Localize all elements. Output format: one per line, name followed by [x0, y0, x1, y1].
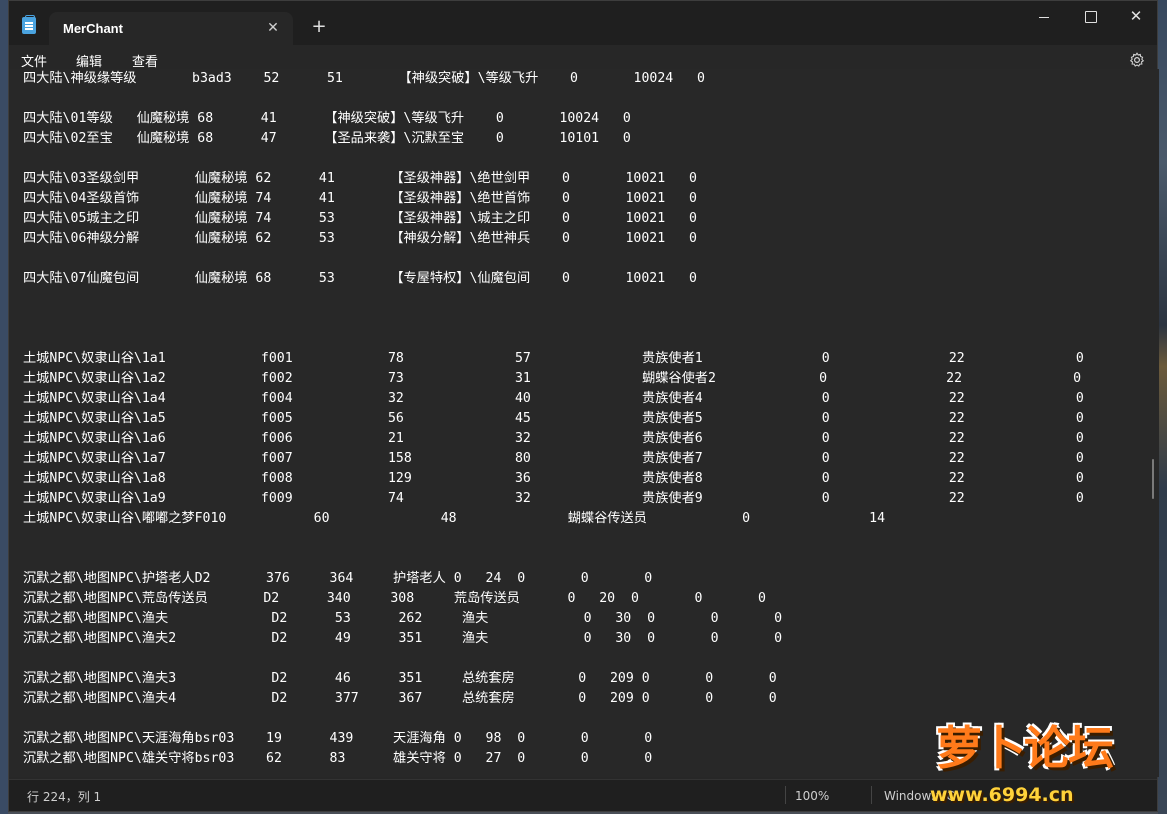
watermark-title: 萝卜论坛: [936, 721, 1114, 775]
forum-watermark-logo: 萝卜论坛 www.6994.cn: [918, 712, 1166, 812]
menu-edit[interactable]: 编辑: [76, 51, 102, 70]
gear-icon[interactable]: [1129, 52, 1145, 68]
text-line[interactable]: 土城NPC\奴隶山谷\1a8 f008 129 36 贵族使者8 0 22 0: [23, 469, 1133, 489]
menu-file[interactable]: 文件: [21, 51, 47, 70]
text-line[interactable]: 沉默之都\地图NPC\渔夫4 D2 377 367 总统套房 0 209 0 0…: [23, 689, 1133, 709]
text-line[interactable]: [23, 289, 1133, 309]
status-divider: [871, 786, 872, 804]
minimize-button[interactable]: [1021, 5, 1067, 29]
text-line[interactable]: 土城NPC\奴隶山谷\1a2 f002 73 31 蝴蝶谷使者2 0 22 0: [23, 369, 1133, 389]
text-line[interactable]: [23, 549, 1133, 569]
text-line[interactable]: 沉默之都\地图NPC\渔夫 D2 53 262 渔夫 0 30 0 0 0: [23, 609, 1133, 629]
text-line[interactable]: 土城NPC\奴隶山谷\1a4 f004 32 40 贵族使者4 0 22 0: [23, 389, 1133, 409]
editor-text-content[interactable]: 四大陆\神级缘等级 b3ad3 52 51 【神级突破】\等级飞升 0 1002…: [23, 69, 1133, 769]
scrollbar-thumb[interactable]: [1152, 459, 1154, 499]
text-line[interactable]: 土城NPC\奴隶山谷\1a1 f001 78 57 贵族使者1 0 22 0: [23, 349, 1133, 369]
close-button[interactable]: ✕: [1113, 5, 1159, 29]
text-line[interactable]: [23, 649, 1133, 669]
text-line[interactable]: 四大陆\05城主之印 仙魔秘境 74 53 【圣级神器】\城主之印 0 1002…: [23, 209, 1133, 229]
text-line[interactable]: [23, 249, 1133, 269]
text-line[interactable]: 四大陆\01等级 仙魔秘境 68 41 【神级突破】\等级飞升 0 10024 …: [23, 109, 1133, 129]
text-line[interactable]: 土城NPC\奴隶山谷\1a6 f006 21 32 贵族使者6 0 22 0: [23, 429, 1133, 449]
cursor-position: 行 224，列 1: [27, 790, 102, 804]
vertical-scrollbar[interactable]: [1147, 69, 1159, 777]
tab-title: MerChant: [63, 21, 123, 36]
status-divider: [785, 786, 786, 804]
notepad-window: MerChant ✕ + ✕ 文件 编辑 查看 四大陆\神级缘等级 b3ad3 …: [8, 0, 1159, 812]
desktop-background-left: [0, 0, 8, 814]
text-line[interactable]: [23, 149, 1133, 169]
text-line[interactable]: 四大陆\02至宝 仙魔秘境 68 47 【圣品来袭】\沉默至宝 0 10101 …: [23, 129, 1133, 149]
tab-close-icon[interactable]: ✕: [263, 18, 283, 38]
zoom-level: 100%: [795, 789, 830, 803]
text-line[interactable]: 四大陆\04圣级首饰 仙魔秘境 74 41 【圣级神器】\绝世首饰 0 1002…: [23, 189, 1133, 209]
text-line[interactable]: 沉默之都\地图NPC\护塔老人D2 376 364 护塔老人 0 24 0 0 …: [23, 569, 1133, 589]
desktop-background-right: [1158, 0, 1167, 814]
text-line[interactable]: [23, 529, 1133, 549]
new-tab-button[interactable]: +: [307, 16, 331, 40]
title-bar: MerChant ✕ + ✕: [9, 1, 1157, 45]
text-editor[interactable]: 四大陆\神级缘等级 b3ad3 52 51 【神级突破】\等级飞升 0 1002…: [9, 69, 1159, 777]
text-line[interactable]: 土城NPC\奴隶山谷\嘟嘟之梦F010 60 48 蝴蝶谷传送员 0 14: [23, 509, 1133, 529]
text-line[interactable]: 四大陆\06神级分解 仙魔秘境 62 53 【神级分解】\绝世神兵 0 1002…: [23, 229, 1133, 249]
text-line[interactable]: [23, 329, 1133, 349]
tab-merchant[interactable]: MerChant ✕: [49, 12, 293, 45]
maximize-button[interactable]: [1067, 5, 1113, 29]
text-line[interactable]: [23, 89, 1133, 109]
text-line[interactable]: 沉默之都\地图NPC\渔夫3 D2 46 351 总统套房 0 209 0 0 …: [23, 669, 1133, 689]
text-line[interactable]: [23, 309, 1133, 329]
text-line[interactable]: 四大陆\神级缘等级 b3ad3 52 51 【神级突破】\等级飞升 0 1002…: [23, 69, 1133, 89]
text-line[interactable]: 四大陆\07仙魔包间 仙魔秘境 68 53 【专屋特权】\仙魔包间 0 1002…: [23, 269, 1133, 289]
text-line[interactable]: 土城NPC\奴隶山谷\1a7 f007 158 80 贵族使者7 0 22 0: [23, 449, 1133, 469]
text-line[interactable]: 土城NPC\奴隶山谷\1a9 f009 74 32 贵族使者9 0 22 0: [23, 489, 1133, 509]
watermark-url: www.6994.cn: [930, 784, 1074, 806]
menu-view[interactable]: 查看: [132, 51, 158, 70]
text-line[interactable]: 土城NPC\奴隶山谷\1a5 f005 56 45 贵族使者5 0 22 0: [23, 409, 1133, 429]
notepad-app-icon: [22, 15, 36, 34]
text-line[interactable]: 沉默之都\地图NPC\渔夫2 D2 49 351 渔夫 0 30 0 0 0: [23, 629, 1133, 649]
text-line[interactable]: 沉默之都\地图NPC\荒岛传送员 D2 340 308 荒岛传送员 0 20 0…: [23, 589, 1133, 609]
text-line[interactable]: 四大陆\03圣级剑甲 仙魔秘境 62 41 【圣级神器】\绝世剑甲 0 1002…: [23, 169, 1133, 189]
